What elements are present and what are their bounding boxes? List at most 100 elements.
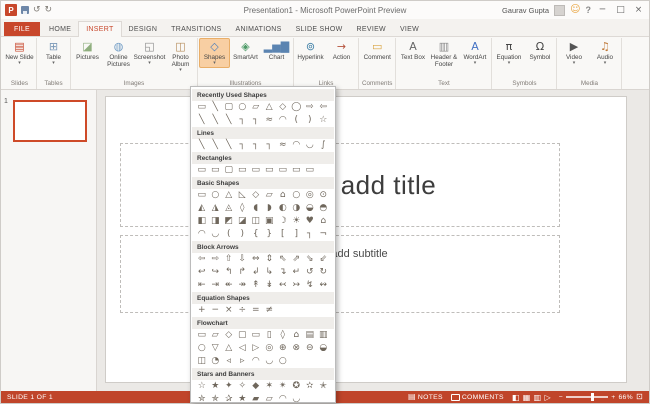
help-icon[interactable]: ? bbox=[586, 5, 592, 15]
feedback-smiley-icon[interactable]: ☺ bbox=[570, 5, 580, 15]
shape-swatch[interactable]: ▤ bbox=[303, 329, 317, 342]
shape-swatch[interactable]: ↲ bbox=[249, 266, 263, 279]
user-name[interactable]: Gaurav Gupta bbox=[502, 6, 549, 15]
shape-swatch[interactable]: ) bbox=[236, 228, 250, 241]
hyperlink-button[interactable]: ⊚ Hyperlink bbox=[295, 38, 326, 63]
shape-swatch[interactable]: = bbox=[249, 304, 263, 317]
shape-swatch[interactable]: ◠ bbox=[276, 114, 290, 127]
shape-swatch[interactable]: ↱ bbox=[236, 266, 250, 279]
tab-home[interactable]: HOME bbox=[42, 22, 78, 36]
shape-swatch[interactable]: ◊ bbox=[236, 202, 250, 215]
shape-swatch[interactable]: ( bbox=[290, 114, 304, 127]
action-button[interactable]: → Action bbox=[326, 38, 357, 63]
shape-swatch[interactable]: ◠ bbox=[249, 355, 263, 368]
slideshow-view-button[interactable]: ▷ bbox=[544, 393, 550, 402]
shape-swatch[interactable]: ┐ bbox=[249, 139, 263, 152]
shape-swatch[interactable]: ◆ bbox=[249, 380, 263, 393]
shape-swatch[interactable]: ⊕ bbox=[276, 342, 290, 355]
shape-swatch[interactable]: ◧ bbox=[195, 215, 209, 228]
shape-swatch[interactable]: ⇩ bbox=[236, 253, 250, 266]
shape-swatch[interactable]: ⇙ bbox=[317, 253, 331, 266]
wordart-button[interactable]: A WordArt ▾ bbox=[459, 38, 490, 68]
shape-swatch[interactable]: ▭ bbox=[195, 101, 209, 114]
shape-swatch[interactable]: ] bbox=[290, 228, 304, 241]
shape-swatch[interactable]: ▱ bbox=[249, 101, 263, 114]
shape-swatch[interactable]: ≈ bbox=[276, 139, 290, 152]
shape-swatch[interactable]: ▭ bbox=[195, 329, 209, 342]
shape-swatch[interactable]: ↠ bbox=[236, 279, 250, 292]
shape-swatch[interactable]: ☽ bbox=[276, 215, 290, 228]
minimize-button[interactable]: ─ bbox=[596, 5, 609, 15]
shape-swatch[interactable]: ▣ bbox=[263, 215, 277, 228]
shape-swatch[interactable]: } bbox=[263, 228, 277, 241]
shape-swatch[interactable]: ▷ bbox=[249, 342, 263, 355]
screenshot-button[interactable]: ◱ Screenshot ▾ bbox=[134, 38, 166, 68]
shape-swatch[interactable]: ↡ bbox=[263, 279, 277, 292]
shape-swatch[interactable]: ◡ bbox=[290, 393, 304, 402]
shape-swatch[interactable]: ◇ bbox=[276, 101, 290, 114]
shape-swatch[interactable]: ◊ bbox=[276, 329, 290, 342]
save-icon[interactable] bbox=[21, 6, 29, 14]
shape-swatch[interactable]: ⇕ bbox=[263, 253, 277, 266]
normal-view-button[interactable]: ◧ bbox=[512, 393, 520, 402]
shape-swatch[interactable]: △ bbox=[222, 342, 236, 355]
shape-swatch[interactable]: ┐ bbox=[263, 139, 277, 152]
shapes-button[interactable]: ◇ Shapes ▾ bbox=[199, 38, 230, 68]
shape-swatch[interactable]: ◫ bbox=[249, 215, 263, 228]
shape-swatch[interactable]: ⇘ bbox=[303, 253, 317, 266]
shape-swatch[interactable]: ↭ bbox=[317, 279, 331, 292]
shape-swatch[interactable]: △ bbox=[222, 189, 236, 202]
shape-swatch[interactable]: ◃ bbox=[222, 355, 236, 368]
shape-swatch[interactable]: ⇗ bbox=[290, 253, 304, 266]
shape-swatch[interactable]: ⌂ bbox=[276, 189, 290, 202]
shape-swatch[interactable]: ☆ bbox=[317, 114, 331, 127]
shape-swatch[interactable]: ▯ bbox=[263, 329, 277, 342]
shape-swatch[interactable]: ⌂ bbox=[290, 329, 304, 342]
shape-swatch[interactable]: ↪ bbox=[209, 266, 223, 279]
close-button[interactable]: × bbox=[632, 5, 645, 15]
shape-swatch[interactable]: ↢ bbox=[276, 279, 290, 292]
shape-swatch[interactable]: ↴ bbox=[276, 266, 290, 279]
shape-swatch[interactable]: ▭ bbox=[195, 189, 209, 202]
tab-slide-show[interactable]: SLIDE SHOW bbox=[289, 22, 350, 36]
audio-button[interactable]: ♫ Audio ▾ bbox=[589, 38, 620, 68]
shape-swatch[interactable]: ╲ bbox=[222, 114, 236, 127]
shape-swatch[interactable]: ▰ bbox=[249, 393, 263, 402]
shape-swatch[interactable]: ◑ bbox=[290, 202, 304, 215]
shape-swatch[interactable]: ↞ bbox=[222, 279, 236, 292]
shape-swatch[interactable]: ◁ bbox=[236, 342, 250, 355]
shape-swatch[interactable]: ✦ bbox=[222, 380, 236, 393]
shape-swatch[interactable]: ╲ bbox=[209, 139, 223, 152]
shape-swatch[interactable]: ☀ bbox=[290, 215, 304, 228]
smartart-button[interactable]: ◈ SmartArt bbox=[230, 38, 261, 63]
shape-swatch[interactable]: ▭ bbox=[303, 164, 317, 177]
reading-view-button[interactable]: ▥ bbox=[534, 393, 542, 402]
shape-swatch[interactable]: ▽ bbox=[209, 342, 223, 355]
shape-swatch[interactable]: ┐ bbox=[236, 139, 250, 152]
shape-swatch[interactable]: ⇥ bbox=[209, 279, 223, 292]
shape-swatch[interactable]: ÷ bbox=[236, 304, 250, 317]
shape-swatch[interactable]: { bbox=[249, 228, 263, 241]
symbol-button[interactable]: Ω Symbol bbox=[524, 38, 555, 63]
shape-swatch[interactable]: ◒ bbox=[303, 202, 317, 215]
shape-swatch[interactable]: ◗ bbox=[263, 202, 277, 215]
notes-button[interactable]: ▤ NOTES bbox=[408, 393, 443, 401]
shape-swatch[interactable]: ▭ bbox=[209, 164, 223, 177]
zoom-in-button[interactable]: + bbox=[611, 394, 615, 401]
shape-swatch[interactable]: ◫ bbox=[195, 355, 209, 368]
subtitle-placeholder[interactable]: Click to add subtitle bbox=[120, 235, 560, 313]
shape-swatch[interactable]: ▥ bbox=[317, 329, 331, 342]
shape-swatch[interactable]: △ bbox=[263, 101, 277, 114]
shape-swatch[interactable]: ▹ bbox=[236, 355, 250, 368]
shape-swatch[interactable]: ▭ bbox=[195, 164, 209, 177]
shape-swatch[interactable]: ☆ bbox=[195, 380, 209, 393]
tab-file[interactable]: FILE bbox=[4, 22, 40, 36]
tab-view[interactable]: VIEW bbox=[393, 22, 426, 36]
shape-swatch[interactable]: ▭ bbox=[236, 164, 250, 177]
shape-swatch[interactable]: ↳ bbox=[263, 266, 277, 279]
shape-swatch[interactable]: ▭ bbox=[263, 164, 277, 177]
shape-swatch[interactable]: ) bbox=[303, 114, 317, 127]
title-placeholder[interactable]: Click to add title bbox=[120, 143, 560, 227]
zoom-slider[interactable] bbox=[566, 393, 609, 401]
shape-swatch[interactable]: ✪ bbox=[290, 380, 304, 393]
